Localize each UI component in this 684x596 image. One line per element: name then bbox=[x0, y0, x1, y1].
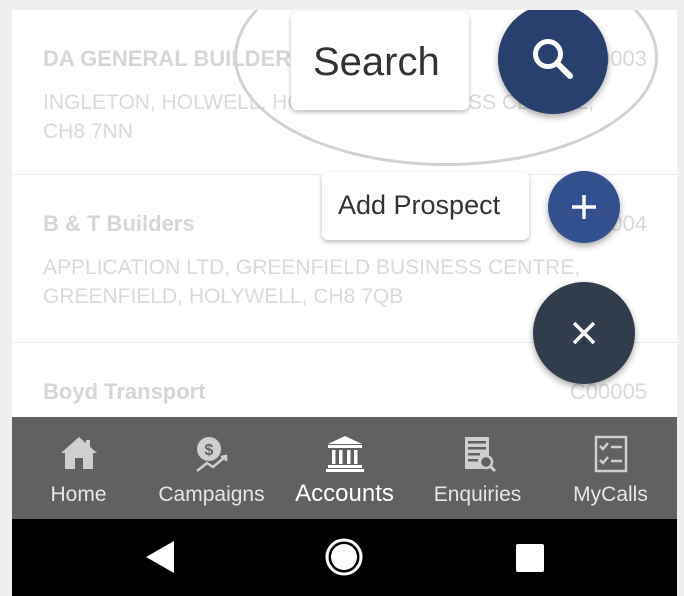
nav-label-enquiries: Enquiries bbox=[433, 483, 522, 506]
recents-icon[interactable] bbox=[515, 543, 545, 573]
account-name: Boyd Transport bbox=[43, 379, 206, 404]
svg-text:$: $ bbox=[204, 442, 213, 459]
back-icon[interactable] bbox=[144, 539, 176, 575]
nav-label-accounts: Accounts bbox=[295, 480, 394, 507]
close-icon bbox=[572, 321, 596, 345]
search-fab-label[interactable]: Search bbox=[291, 12, 469, 110]
nav-label-home: Home bbox=[50, 483, 107, 506]
add-prospect-fab-label[interactable]: Add Prospect bbox=[322, 172, 529, 240]
nav-label-mycalls: MyCalls bbox=[573, 483, 648, 506]
device-frame: DA GENERAL BUILDERS C00003 INGLETON, HOL… bbox=[0, 0, 684, 596]
address-line: APPLICATION LTD, GREENFIELD BUSINESS CEN… bbox=[43, 256, 581, 279]
campaigns-icon: $ bbox=[195, 437, 227, 472]
home-icon bbox=[60, 437, 97, 469]
home-circle-icon[interactable] bbox=[323, 536, 365, 578]
checklist-icon bbox=[594, 435, 627, 473]
nav-item-enquiries[interactable]: Enquiries bbox=[411, 417, 544, 519]
search-icon bbox=[533, 39, 573, 79]
nav-item-campaigns[interactable]: $ Campaigns bbox=[145, 417, 278, 519]
close-fab-button[interactable] bbox=[533, 282, 635, 384]
nav-item-home[interactable]: Home bbox=[12, 417, 145, 519]
enquiries-icon bbox=[464, 437, 496, 473]
bank-icon bbox=[325, 436, 364, 472]
plus-icon bbox=[572, 195, 596, 219]
account-name: B & T Builders bbox=[43, 211, 195, 236]
system-navigation-bar bbox=[12, 519, 677, 596]
nav-label-campaigns: Campaigns bbox=[158, 483, 265, 506]
nav-item-mycalls[interactable]: MyCalls bbox=[544, 417, 677, 519]
add-prospect-fab-button[interactable] bbox=[548, 171, 620, 243]
bottom-navigation: Home $ Campaigns Accounts Enquiries MyCa… bbox=[12, 417, 677, 519]
app-screen: DA GENERAL BUILDERS C00003 INGLETON, HOL… bbox=[12, 10, 677, 596]
nav-item-accounts[interactable]: Accounts bbox=[278, 417, 411, 519]
